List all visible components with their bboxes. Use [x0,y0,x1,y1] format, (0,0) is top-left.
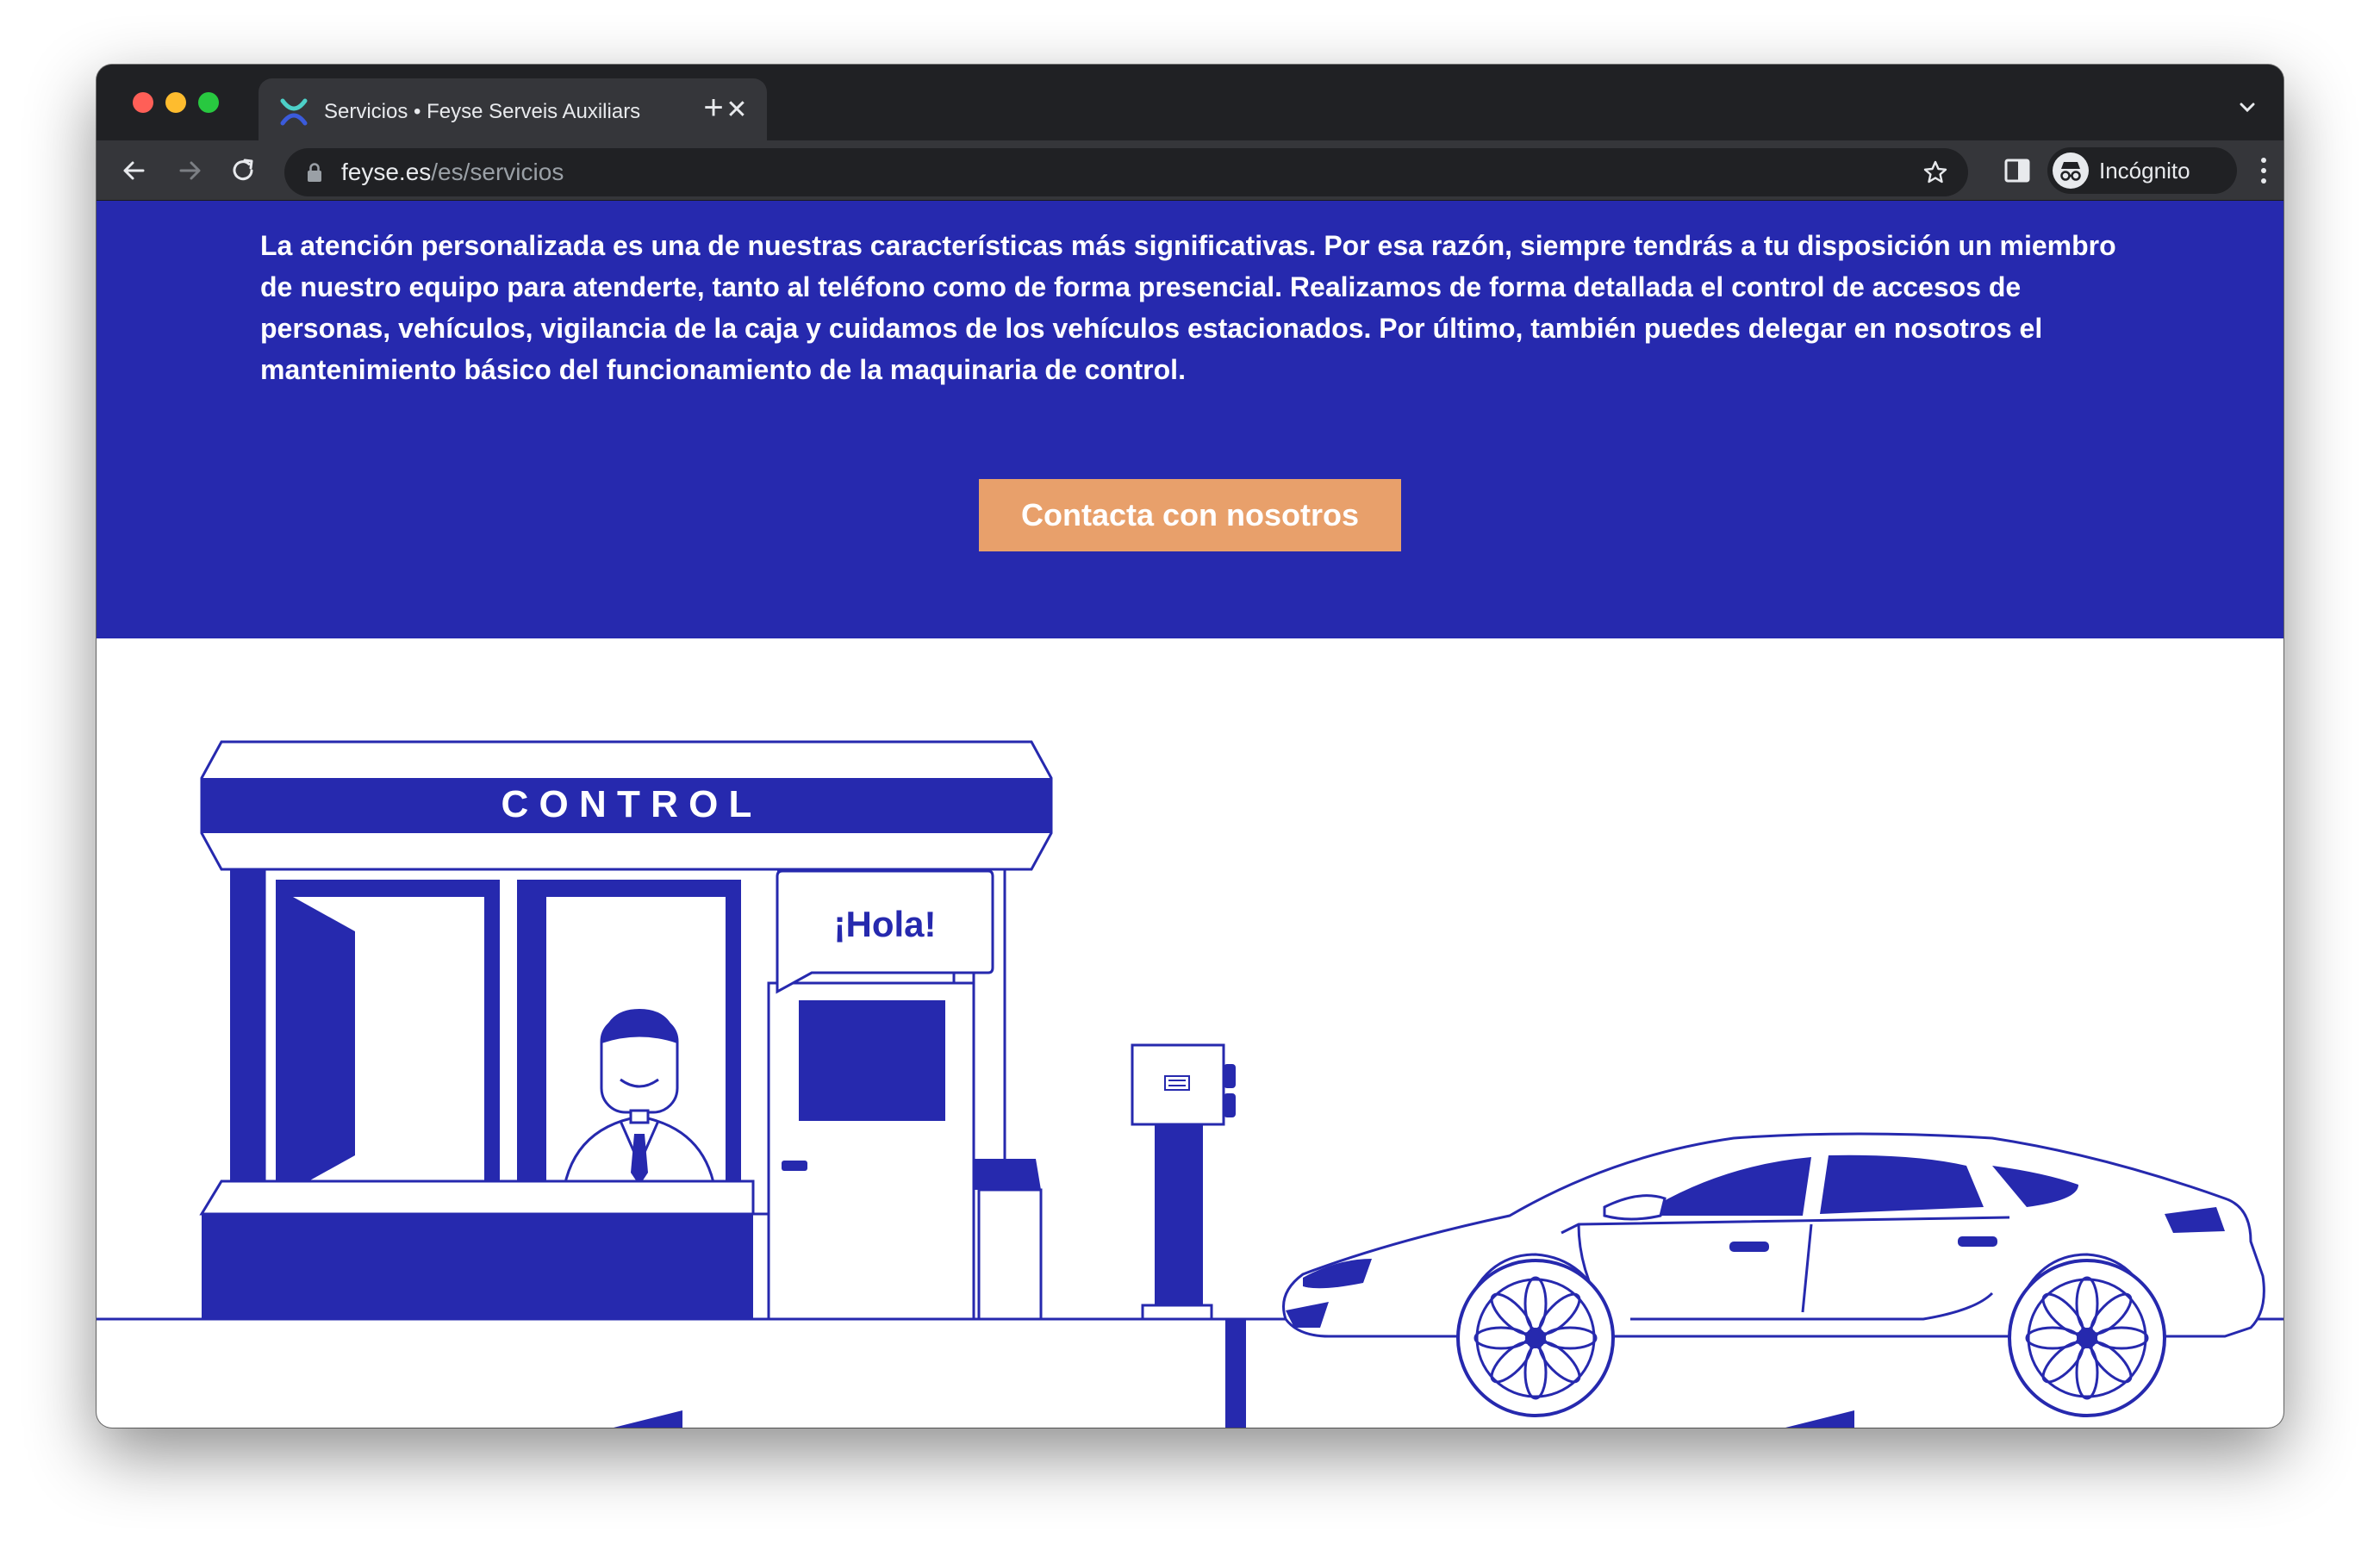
road-mark-right [1785,1410,1854,1428]
tab-title: Servicios • Feyse Serveis Auxiliars [324,100,641,123]
chevron-down-icon[interactable] [2235,96,2259,120]
contact-button[interactable]: Contacta con nosotros [979,479,1401,551]
car-front-wheel [1456,1259,1615,1417]
hero-paragraph: La atención personalizada es una de nues… [260,230,2116,385]
incognito-icon [2053,152,2089,189]
close-window-button[interactable] [133,92,153,113]
parking-control-illustration: C O N T R O L ¡Hola! [97,740,2283,1428]
booth-counter [199,1179,755,1319]
forward-arrow-icon[interactable] [174,155,205,186]
new-tab-button[interactable]: + [696,90,731,127]
tab-strip: Servicios • Feyse Serveis Auxiliars ✕ + [97,65,2283,140]
address-bar[interactable]: feyse.es/es/servicios [284,148,1968,196]
side-panel-icon[interactable] [2003,156,2032,185]
speech-bubble-text: ¡Hola! [834,904,937,944]
url-text[interactable]: feyse.es/es/servicios [341,158,564,187]
incognito-label: Incógnito [2099,158,2190,184]
tab-servicios[interactable]: Servicios • Feyse Serveis Auxiliars ✕ [259,78,767,140]
lock-icon[interactable] [307,162,322,183]
browser-toolbar: feyse.es/es/servicios Incógnito [97,140,2283,201]
url-domain: feyse.es [341,159,432,185]
incognito-profile-button[interactable]: Incógnito [2047,147,2237,194]
car-rear-wheel [2008,1259,2166,1417]
booth-sign-text: C O N T R O L [502,783,752,825]
url-path: /es/servicios [431,159,564,185]
more-options-icon[interactable] [2259,156,2268,185]
barrier-post [1225,1319,1246,1428]
bookmark-star-icon[interactable] [1922,159,1949,186]
reload-icon[interactable] [227,155,259,186]
maximize-window-button[interactable] [198,92,219,113]
booth-roof: C O N T R O L [200,740,1053,871]
minimize-window-button[interactable] [165,92,186,113]
speech-bubble: ¡Hola! [776,869,994,994]
ticket-machine [1131,1043,1236,1321]
trash-bin [974,1159,1043,1321]
hero-section: La atención personalizada es una de nues… [97,201,2283,638]
page-viewport[interactable]: La atención personalizada es una de nues… [97,201,2283,1428]
car [1282,1132,2265,1417]
road-mark-left [614,1410,682,1428]
back-arrow-icon[interactable] [119,155,150,186]
feyse-favicon-icon [280,98,308,126]
browser-window: Servicios • Feyse Serveis Auxiliars ✕ + … [97,65,2283,1428]
